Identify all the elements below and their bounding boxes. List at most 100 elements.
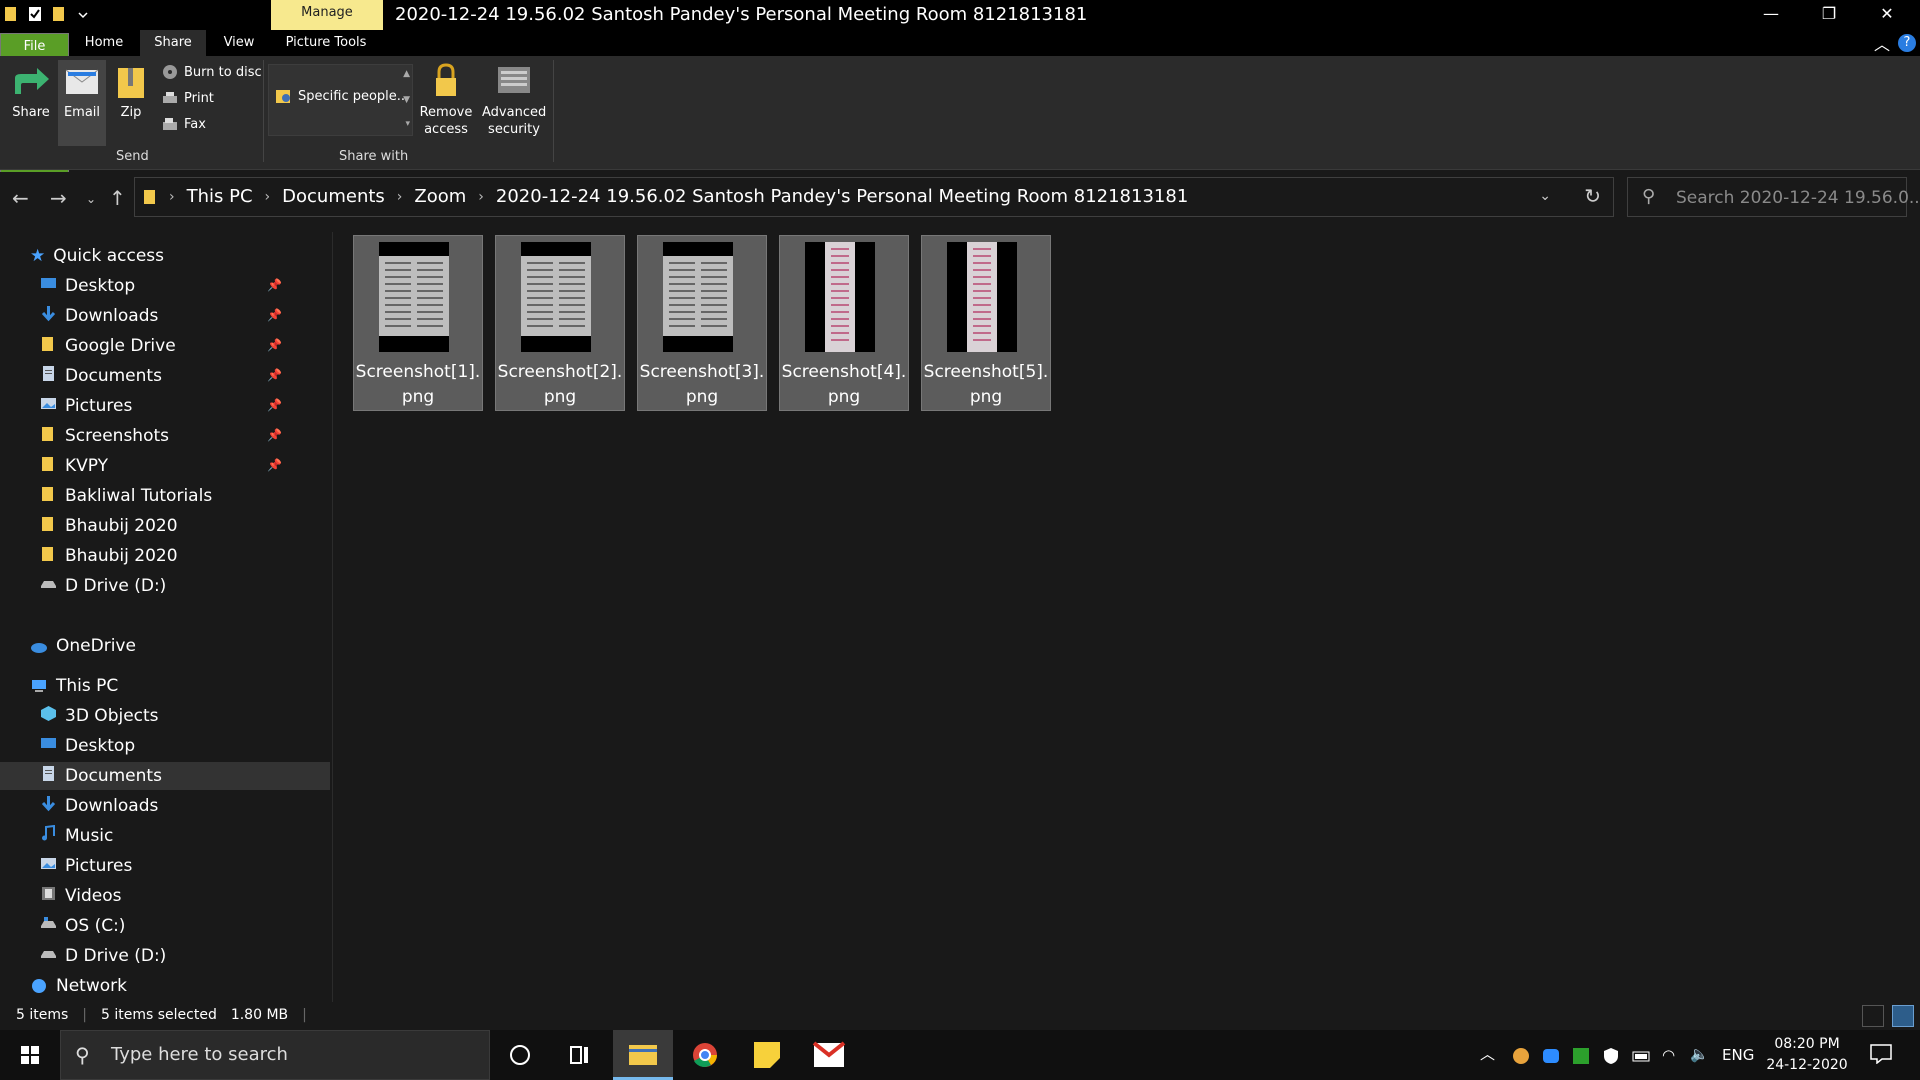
forward-icon[interactable]: → [50,186,67,210]
sidebar-item-google-drive[interactable]: Google Drive 📌 [40,332,330,360]
address-bar[interactable]: › This PC › Documents › Zoom › 2020-12-2… [134,177,1614,217]
tab-view[interactable]: View [210,30,268,56]
sidebar-item-d-drive-d[interactable]: D Drive (D:) [40,572,330,600]
wifi-icon[interactable]: ◠ [1662,1046,1675,1080]
sidebar-item-pc-desktop[interactable]: Desktop [0,732,330,760]
navigation-bar: ← → ⌄ ↑ › This PC › Documents › Zoom › 2… [0,172,1920,222]
clock[interactable]: 08:20 PM 24-12-2020 [1764,1034,1850,1076]
sidebar-item-downloads[interactable]: Downloads 📌 [40,302,330,330]
sidebar-item-pc-documents[interactable]: Documents [0,762,330,790]
remove-access-button[interactable]: Remove access [418,62,474,138]
sidebar-item-quick-access[interactable]: ★ Quick access [30,242,164,270]
battery-icon[interactable] [1632,1047,1652,1080]
language-indicator[interactable]: ENG [1722,1046,1754,1080]
file-item[interactable]: Screenshot[5]. png [921,235,1051,411]
sidebar-item-pictures[interactable]: Pictures 📌 [40,392,330,420]
details-view-icon[interactable] [1862,1005,1884,1027]
sidebar-item-bhaubij-2020[interactable]: Bhaubij 2020 [40,512,330,540]
notifications-icon[interactable] [1870,1044,1892,1080]
sidebar-item-pc-3d-objects[interactable]: 3D Objects [0,702,330,730]
sidebar-item-onedrive[interactable]: OneDrive [30,632,136,660]
sidebar-item-pc-videos[interactable]: Videos [0,882,330,910]
collapse-ribbon-icon[interactable]: ︿ [1874,31,1890,55]
share-button[interactable]: Share [8,64,54,121]
breadcrumb-separator[interactable]: › [265,189,271,205]
print-button[interactable]: Print [162,90,214,106]
show-hidden-icons[interactable]: ︿ [1480,1043,1495,1080]
breadcrumb-current-folder[interactable]: 2020-12-24 19.56.02 Santosh Pandey's Per… [496,186,1188,207]
file-item[interactable]: Screenshot[3]. png [637,235,767,411]
volume-icon[interactable]: 🔈 [1690,1045,1709,1080]
refresh-icon[interactable]: ↻ [1584,184,1601,208]
large-icons-view-icon[interactable] [1892,1005,1914,1027]
up-icon[interactable]: ↑ [109,186,126,210]
pin-icon[interactable]: 📌 [267,308,282,322]
breadcrumb-this-pc[interactable]: This PC [187,186,253,207]
pin-icon[interactable]: 📌 [267,428,282,442]
scroll-up-icon[interactable]: ▲ [403,69,410,79]
sidebar-item-bhaubij-2020[interactable]: Bhaubij 2020 [40,542,330,570]
breadcrumb-separator[interactable]: › [397,189,403,205]
sidebar-item-network[interactable]: Network [30,972,127,1000]
search-box[interactable]: ⚲ Search 2020-12-24 19.56.0... [1627,177,1920,217]
breadcrumb-separator[interactable]: › [478,189,484,205]
sidebar-item-pc-d-drive-d[interactable]: D Drive (D:) [0,942,330,970]
zip-button[interactable]: Zip [112,64,150,121]
maximize-button[interactable]: ❐ [1801,0,1857,30]
pin-icon[interactable]: 📌 [267,458,282,472]
tray-app-icon[interactable] [1512,1047,1530,1080]
chrome-icon[interactable] [675,1030,735,1080]
security-tray-icon[interactable] [1602,1047,1620,1080]
breadcrumb-zoom[interactable]: Zoom [414,186,466,207]
taskbar-search[interactable]: ⚲ Type here to search [60,1030,490,1080]
specific-people-item[interactable]: Specific people... [275,87,409,105]
pin-icon[interactable]: 📌 [267,368,282,382]
burn-to-disc-button[interactable]: Burn to disc [162,64,262,80]
sidebar-item-pc-os-c[interactable]: OS (C:) [0,912,330,940]
back-icon[interactable]: ← [12,186,29,210]
fax-button[interactable]: Fax [162,116,206,132]
sidebar-item-pc-music[interactable]: Music [0,822,330,850]
sidebar-item-documents[interactable]: Documents 📌 [40,362,330,390]
start-button[interactable] [0,1030,60,1080]
sticky-notes-icon[interactable] [737,1030,797,1080]
manage-tab[interactable]: Manage [271,0,383,30]
pin-icon[interactable]: 📌 [267,278,282,292]
sidebar-item-screenshots[interactable]: Screenshots 📌 [40,422,330,450]
tab-picture-tools[interactable]: Picture Tools [273,30,379,56]
address-dropdown-icon[interactable]: ⌄ [1539,188,1551,204]
file-item[interactable]: Screenshot[2]. png [495,235,625,411]
sidebar-item-this-pc[interactable]: This PC [30,672,118,700]
gmail-icon[interactable] [799,1030,859,1080]
tab-home[interactable]: Home [74,30,134,56]
file-item[interactable]: Screenshot[1]. png [353,235,483,411]
sidebar-item-bakliwal-tutorials[interactable]: Bakliwal Tutorials [40,482,330,510]
sidebar-item-kvpy[interactable]: KVPY 📌 [40,452,330,480]
tab-share[interactable]: Share [140,30,206,56]
cortana-icon[interactable] [490,1030,550,1080]
scroll-down-icon[interactable]: ▼ [403,95,410,105]
minimize-button[interactable]: — [1743,0,1799,30]
sidebar-item-desktop[interactable]: Desktop 📌 [40,272,330,300]
sidebar-item-pc-downloads[interactable]: Downloads [0,792,330,820]
task-view-icon[interactable] [550,1030,610,1080]
help-icon[interactable]: ? [1898,34,1916,52]
folder-icon[interactable] [4,5,18,23]
close-button[interactable]: ✕ [1859,0,1915,30]
zoom-tray-icon[interactable] [1542,1047,1560,1080]
customize-toolbar-icon[interactable] [76,5,90,23]
file-explorer-taskbar-icon[interactable] [613,1030,673,1080]
recent-locations-icon[interactable]: ⌄ [86,192,96,206]
properties-icon[interactable] [28,5,42,23]
breadcrumb-documents[interactable]: Documents [282,186,385,207]
sidebar-item-pc-pictures[interactable]: Pictures [0,852,330,880]
file-item[interactable]: Screenshot[4]. png [779,235,909,411]
pin-icon[interactable]: 📌 [267,398,282,412]
share-with-list[interactable]: Specific people... ▲ ▼ ▾ [268,64,413,136]
email-button[interactable]: Email [58,60,106,146]
quick-heal-icon[interactable] [1572,1047,1590,1080]
pin-icon[interactable]: 📌 [267,338,282,352]
expand-icon[interactable]: ▾ [405,119,410,129]
advanced-security-button[interactable]: Advanced security [482,62,546,138]
new-folder-icon[interactable] [52,5,66,23]
